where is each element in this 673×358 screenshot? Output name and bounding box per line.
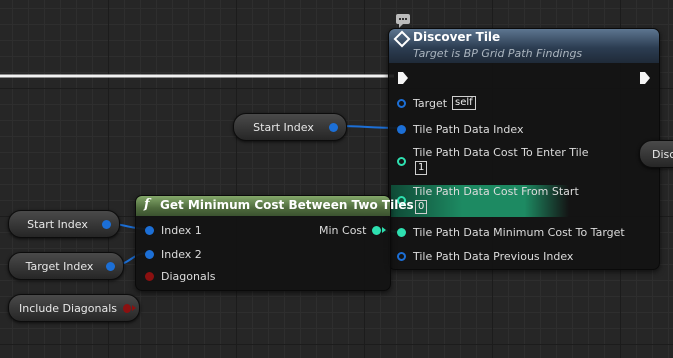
target-value[interactable]: self bbox=[452, 96, 476, 110]
start-index-variable-top[interactable]: Start Index bbox=[233, 113, 347, 141]
partial-discover-node[interactable]: Disco bbox=[639, 140, 673, 168]
target-index-label: Target Index bbox=[25, 259, 94, 273]
discover-tile-subtitle: Target is BP Grid Path Findings bbox=[413, 47, 583, 60]
get-minimum-cost-header[interactable]: f Get Minimum Cost Between Two Tiles bbox=[136, 196, 414, 216]
target-pin-row[interactable]: Target self bbox=[397, 94, 476, 112]
include-diagonals-pin[interactable] bbox=[123, 303, 131, 313]
minimum-cost-label: Tile Path Data Minimum Cost To Target bbox=[413, 225, 625, 239]
min-cost-pin[interactable] bbox=[372, 225, 382, 235]
start-index-pin-left[interactable] bbox=[102, 219, 111, 229]
cost-to-enter-pin[interactable] bbox=[397, 157, 406, 166]
include-diagonals-label: Include Diagonals bbox=[19, 301, 118, 315]
cost-from-start-label: Tile Path Data Cost From Start bbox=[413, 185, 579, 198]
partial-discover-label: Disco bbox=[652, 147, 673, 161]
cost-from-start-row[interactable]: Tile Path Data Cost From Start 0 bbox=[397, 185, 579, 219]
min-cost-output-row[interactable]: Min Cost bbox=[319, 221, 387, 239]
get-minimum-cost-node[interactable]: f Get Minimum Cost Between Two Tiles Ind… bbox=[135, 195, 414, 291]
start-index-pin-top[interactable] bbox=[329, 122, 338, 132]
discover-tile-header[interactable]: Discover Tile Target is BP Grid Path Fin… bbox=[389, 29, 659, 63]
index2-label: Index 2 bbox=[161, 247, 202, 261]
previous-index-row[interactable]: Tile Path Data Previous Index bbox=[397, 247, 573, 265]
tile-path-data-index-pin[interactable] bbox=[397, 124, 406, 134]
index1-row[interactable]: Index 1 bbox=[145, 221, 202, 239]
tile-path-data-index-label: Tile Path Data Index bbox=[413, 122, 524, 136]
cost-to-enter-label: Tile Path Data Cost To Enter Tile bbox=[413, 146, 589, 159]
cost-from-start-value[interactable]: 0 bbox=[415, 200, 428, 214]
include-diagonals-variable[interactable]: Include Diagonals bbox=[8, 294, 140, 322]
start-index-label-left: Start Index bbox=[27, 217, 88, 231]
start-index-variable-left[interactable]: Start Index bbox=[8, 210, 120, 238]
minimum-cost-row[interactable]: Tile Path Data Minimum Cost To Target bbox=[397, 223, 625, 241]
target-label: Target bbox=[413, 96, 448, 110]
index2-pin[interactable] bbox=[145, 249, 154, 259]
get-minimum-cost-title: Get Minimum Cost Between Two Tiles bbox=[160, 198, 414, 212]
index2-row[interactable]: Index 2 bbox=[145, 245, 202, 263]
tile-path-data-index-row[interactable]: Tile Path Data Index bbox=[397, 120, 523, 138]
diagonals-row[interactable]: Diagonals bbox=[145, 267, 215, 285]
min-cost-label: Min Cost bbox=[319, 223, 367, 237]
exec-out-pin[interactable] bbox=[639, 71, 651, 85]
previous-index-label: Tile Path Data Previous Index bbox=[413, 249, 574, 263]
start-index-label-top: Start Index bbox=[253, 120, 314, 134]
discover-tile-title: Discover Tile bbox=[413, 30, 501, 44]
previous-index-pin[interactable] bbox=[397, 251, 406, 261]
target-pin[interactable] bbox=[397, 98, 406, 108]
exec-in-pin[interactable] bbox=[397, 71, 409, 85]
min-cost-arrow-icon bbox=[382, 227, 387, 233]
index1-label: Index 1 bbox=[161, 223, 202, 237]
include-diagonals-arrow-icon bbox=[132, 305, 136, 311]
function-icon: f bbox=[144, 197, 150, 212]
minimum-cost-pin[interactable] bbox=[397, 227, 406, 237]
target-index-pin[interactable] bbox=[106, 261, 115, 271]
cost-to-enter-row[interactable]: Tile Path Data Cost To Enter Tile 1 bbox=[397, 146, 589, 180]
index1-pin[interactable] bbox=[145, 225, 154, 235]
cost-to-enter-value[interactable]: 1 bbox=[415, 161, 428, 175]
comment-bubble-icon[interactable] bbox=[396, 14, 410, 28]
discover-tile-node[interactable]: Discover Tile Target is BP Grid Path Fin… bbox=[388, 28, 660, 270]
target-index-variable[interactable]: Target Index bbox=[8, 252, 124, 280]
diamond-icon bbox=[393, 30, 411, 48]
diagonals-label: Diagonals bbox=[161, 269, 216, 283]
diagonals-pin[interactable] bbox=[145, 271, 154, 281]
